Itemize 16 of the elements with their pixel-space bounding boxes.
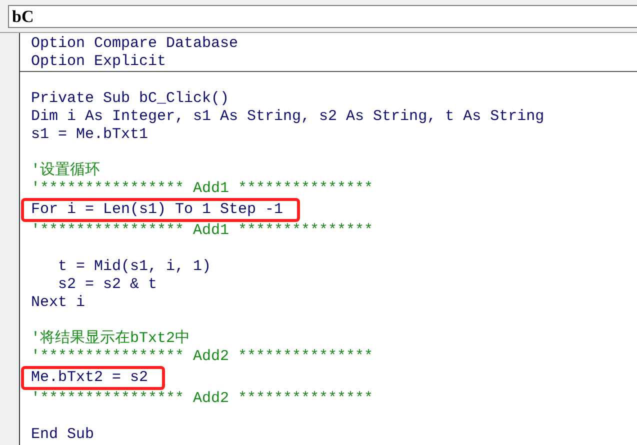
code-line: '**************** Add1 *************** [31,180,374,198]
code-line: Next i [31,294,86,312]
code-line: '**************** Add2 *************** [31,390,374,408]
code-line: Dim i As Integer, s1 As String, s2 As String, t As String [31,108,544,126]
code-line: s1 = Me.bTxt1 [31,126,148,144]
code-line: '设置循环 [31,162,100,180]
code-line: '将结果显示在bTxt2中 [31,330,190,348]
code-line: '**************** Add2 *************** [31,348,374,366]
code-line: Private Sub bC_Click() [31,90,230,108]
code-line: t = Mid(s1, i, 1) [57,258,212,276]
object-dropdown[interactable]: bC [8,4,637,28]
code-line: Option Explicit [31,53,166,71]
code-line: '**************** Add1 *************** [31,222,374,240]
code-line: Option Compare Database [31,35,238,53]
code-line: s2 = s2 & t [57,276,158,294]
code-line: End Sub [31,426,94,444]
